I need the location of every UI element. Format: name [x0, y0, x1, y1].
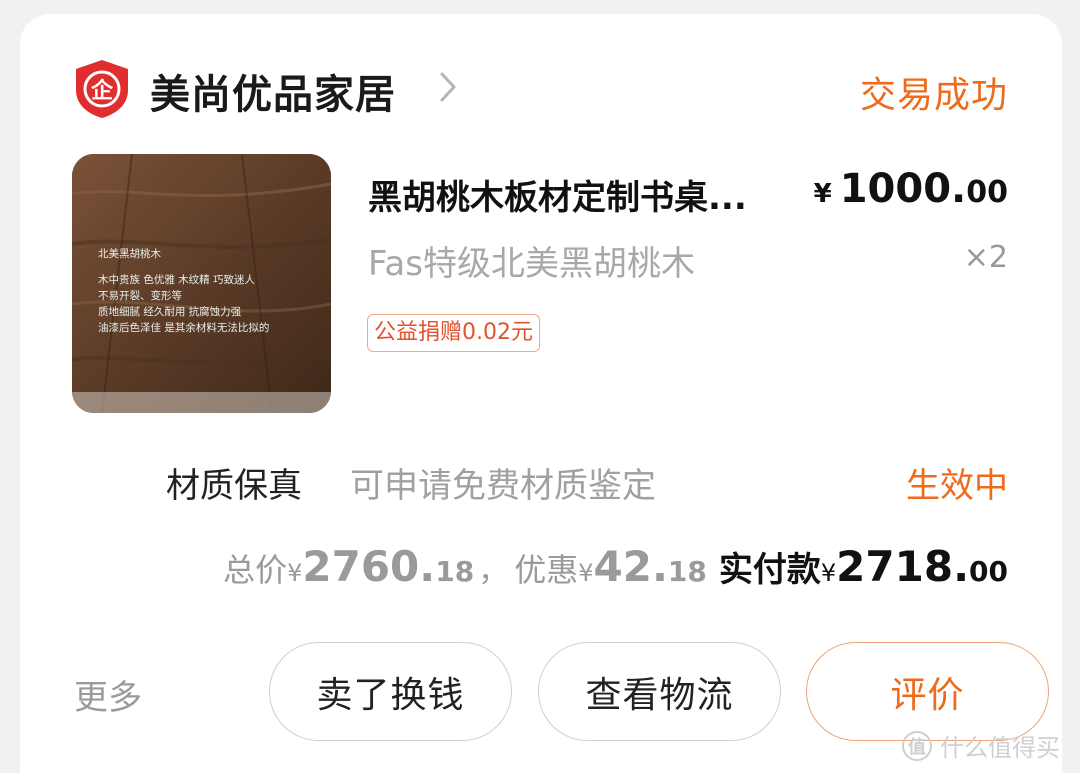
product-quantity: ×2: [963, 240, 1008, 275]
product-thumbnail[interactable]: 北美黑胡桃木 木中贵族 色优雅 木纹精 巧致迷人 不易开裂、变形等 质地细腻 经…: [72, 154, 331, 413]
product-image-caption: 北美黑胡桃木 木中贵族 色优雅 木纹精 巧致迷人 不易开裂、变形等 质地细腻 经…: [98, 246, 269, 336]
total-label: 总价: [223, 551, 288, 589]
caption-line: 北美黑胡桃木: [98, 248, 161, 260]
view-logistics-button[interactable]: 查看物流: [538, 642, 781, 741]
product-title[interactable]: 黑胡桃木板材定制书桌...: [368, 170, 747, 219]
unit-price: ¥1000.00: [814, 166, 1008, 212]
order-card: 企 美尚优品家居 交易成功 北美黑胡桃木 木中贵族 色优雅 木纹精 巧致迷人 不…: [20, 14, 1062, 773]
paid-decimal: 00: [969, 555, 1008, 588]
price-integer: 1000.: [839, 166, 967, 212]
total-integer: 2760.: [302, 542, 436, 591]
shop-badge-text: 企: [90, 78, 114, 104]
total-decimal: 18: [435, 555, 475, 588]
guarantee-description[interactable]: 可申请免费材质鉴定: [350, 458, 656, 507]
shop-name-link[interactable]: 美尚优品家居: [150, 62, 396, 120]
discount-currency: ¥: [578, 559, 594, 587]
product-spec: Fas特级北美黑胡桃木: [368, 244, 695, 284]
caption-line: 木中贵族 色优雅 木纹精 巧致迷人: [98, 274, 256, 286]
enterprise-shop-icon: 企: [76, 60, 128, 118]
paid-integer: 2718.: [836, 542, 970, 591]
discount-integer: 42.: [593, 542, 668, 591]
watermark-badge-icon: 值: [902, 730, 932, 761]
caption-line: 质地细腻 经久耐用 抗腐蚀力强: [98, 306, 242, 318]
caption-line: 不易开裂、变形等: [98, 290, 182, 302]
order-totals: 总价 ¥ 2760. 18 ， 优惠 ¥ 42. 18 实付款 ¥ 2718. …: [223, 542, 1008, 591]
watermark-text: 什么值得买: [940, 734, 1060, 762]
discount-label: 优惠: [514, 551, 579, 589]
guarantee-status: 生效中: [906, 466, 1008, 506]
order-status: 交易成功: [859, 75, 1008, 116]
chevron-right-icon[interactable]: [437, 70, 459, 104]
price-decimal: 00: [966, 175, 1008, 210]
more-actions-link[interactable]: 更多: [74, 670, 142, 719]
total-currency: ¥: [287, 559, 303, 587]
guarantee-label: 材质保真: [166, 466, 302, 506]
caption-line: [98, 262, 269, 272]
totals-separator: ，: [478, 554, 509, 589]
watermark: 值 什么值得买: [902, 728, 1060, 763]
paid-label: 实付款: [718, 550, 821, 590]
caption-line: 油漆后色泽佳 是其余材料无法比拟的: [98, 322, 270, 334]
price-currency: ¥: [813, 179, 832, 209]
sell-button[interactable]: 卖了换钱: [269, 642, 512, 741]
charity-tag: 公益捐赠0.02元: [367, 314, 540, 352]
discount-decimal: 18: [667, 555, 707, 588]
paid-currency: ¥: [820, 559, 837, 587]
review-button[interactable]: 评价: [806, 642, 1049, 741]
